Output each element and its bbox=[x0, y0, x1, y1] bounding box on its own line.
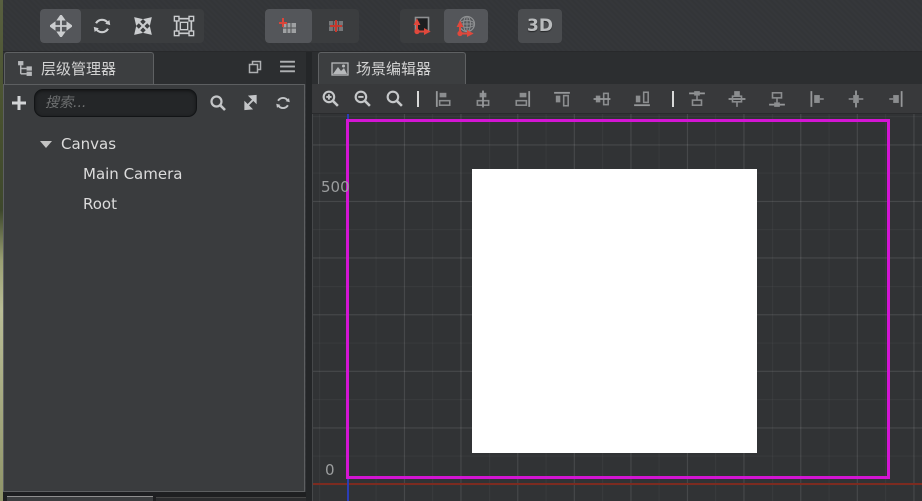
align-vertical-center-button[interactable] bbox=[588, 87, 616, 111]
main-toolbar: 3D bbox=[0, 0, 922, 52]
local-coordinate-button[interactable] bbox=[400, 9, 444, 43]
align-bottom-icon bbox=[633, 90, 651, 108]
distribute-left-icon bbox=[808, 90, 826, 108]
tab-hierarchy[interactable]: 层级管理器 bbox=[4, 52, 154, 84]
tree-node-canvas[interactable]: Canvas bbox=[4, 129, 304, 159]
rect-transform-icon bbox=[173, 15, 195, 37]
zoom-in-button[interactable] bbox=[318, 87, 344, 111]
add-node-button[interactable] bbox=[4, 95, 34, 111]
hierarchy-tabbar: 层级管理器 bbox=[0, 52, 306, 84]
ruler-label-0: 0 bbox=[325, 461, 335, 479]
rotate-tool-button[interactable] bbox=[81, 9, 122, 43]
hierarchy-panel: Canvas Main Camera Root bbox=[3, 84, 305, 492]
distribute-bottom-icon bbox=[768, 90, 786, 108]
3d-mode-button[interactable]: 3D bbox=[518, 9, 562, 43]
desktop-edge-strip bbox=[0, 0, 3, 501]
scale-icon bbox=[133, 16, 153, 36]
distribute-vertical-center-icon bbox=[728, 90, 746, 108]
toolbar-separator bbox=[417, 91, 419, 107]
scene-viewport[interactable]: 500 0 bbox=[312, 114, 922, 501]
expand-all-icon[interactable] bbox=[242, 94, 259, 112]
add-node-icon bbox=[11, 95, 27, 111]
search-input[interactable] bbox=[34, 89, 197, 117]
zoom-in-icon bbox=[321, 89, 340, 108]
editor-window: 3D 层级管理器 bbox=[0, 0, 922, 501]
align-bottom-button[interactable] bbox=[628, 87, 656, 111]
scene-toolbar bbox=[312, 84, 922, 114]
rotate-icon bbox=[91, 15, 113, 37]
tree-node-root[interactable]: Root bbox=[4, 189, 304, 219]
hierarchy-toolbar bbox=[4, 85, 304, 121]
refresh-icon[interactable] bbox=[274, 94, 292, 112]
distribute-horizontal-center-icon bbox=[847, 90, 865, 108]
align-horizontal-center-button[interactable] bbox=[469, 87, 497, 111]
tree-node-main-camera[interactable]: Main Camera bbox=[4, 159, 304, 189]
scale-tool-button[interactable] bbox=[122, 9, 163, 43]
scene-node-sprite[interactable] bbox=[472, 169, 757, 453]
align-top-icon bbox=[553, 90, 571, 108]
align-top-button[interactable] bbox=[548, 87, 576, 111]
distribute-vertical-center-button[interactable] bbox=[723, 87, 751, 111]
ruler-label-500: 500 bbox=[321, 178, 350, 196]
toolbar-separator bbox=[672, 91, 674, 107]
move-tool-button[interactable] bbox=[40, 9, 81, 43]
local-coordinate-icon bbox=[410, 14, 434, 38]
world-coordinate-icon bbox=[454, 14, 478, 38]
pivot-center-button[interactable] bbox=[312, 9, 359, 43]
scene-icon bbox=[331, 61, 349, 77]
pivot-corner-icon bbox=[277, 14, 301, 38]
tree-node-label: Main Camera bbox=[83, 165, 182, 183]
rect-transform-tool-button[interactable] bbox=[163, 9, 204, 43]
scene-tab-title: 场景编辑器 bbox=[356, 58, 431, 79]
align-left-icon bbox=[434, 90, 452, 108]
distribute-top-icon bbox=[688, 90, 706, 108]
lower-panel-edge bbox=[0, 492, 310, 501]
collapse-caret-icon[interactable] bbox=[40, 141, 52, 148]
pivot-center-icon bbox=[324, 14, 348, 38]
search-icon[interactable] bbox=[209, 94, 227, 112]
distribute-right-icon bbox=[887, 90, 905, 108]
align-right-icon bbox=[514, 90, 532, 108]
duplicate-panel-icon[interactable] bbox=[247, 59, 263, 75]
align-vertical-center-icon bbox=[593, 90, 611, 108]
scene-tabbar: 场景编辑器 bbox=[312, 52, 922, 84]
lower-panel-toolbar-edge bbox=[7, 496, 153, 501]
zoom-out-icon bbox=[353, 89, 372, 108]
hierarchy-tab-title: 层级管理器 bbox=[41, 58, 116, 79]
zoom-reset-button[interactable] bbox=[382, 87, 408, 111]
hierarchy-tree: Canvas Main Camera Root bbox=[4, 129, 304, 219]
pivot-corner-button[interactable] bbox=[265, 9, 312, 43]
hierarchy-icon bbox=[17, 60, 34, 77]
x-axis-line bbox=[313, 483, 922, 485]
distribute-top-button[interactable] bbox=[684, 87, 712, 111]
panel-menu-icon[interactable] bbox=[279, 59, 296, 75]
distribute-left-button[interactable] bbox=[803, 87, 831, 111]
align-left-button[interactable] bbox=[429, 87, 457, 111]
transform-tool-group bbox=[40, 9, 204, 43]
lower-panel-edge-dark bbox=[156, 497, 306, 501]
distribute-bottom-button[interactable] bbox=[763, 87, 791, 111]
align-right-button[interactable] bbox=[509, 87, 537, 111]
zoom-reset-icon bbox=[385, 89, 404, 108]
tree-node-label: Canvas bbox=[61, 135, 116, 153]
move-icon bbox=[50, 15, 72, 37]
world-coordinate-button[interactable] bbox=[444, 9, 488, 43]
tab-scene[interactable]: 场景编辑器 bbox=[318, 52, 466, 84]
distribute-horizontal-center-button[interactable] bbox=[843, 87, 871, 111]
zoom-out-button[interactable] bbox=[350, 87, 376, 111]
pivot-tool-group bbox=[265, 9, 359, 43]
tree-node-label: Root bbox=[83, 195, 117, 213]
align-horizontal-center-icon bbox=[474, 90, 492, 108]
distribute-right-button[interactable] bbox=[882, 87, 910, 111]
coordinate-tool-group bbox=[400, 9, 488, 43]
